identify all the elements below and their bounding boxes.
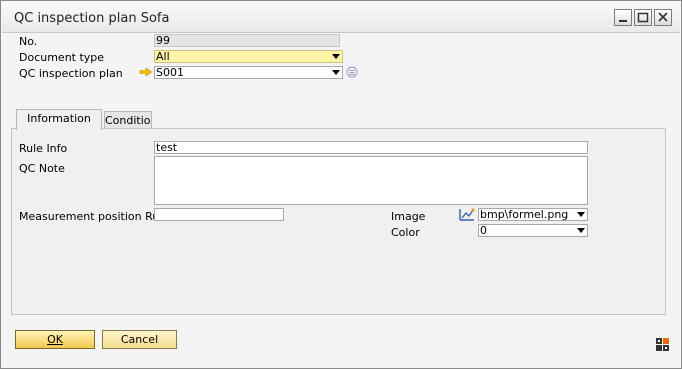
close-icon: [658, 12, 668, 22]
link-arrow-icon[interactable]: [139, 67, 153, 77]
image-value: bmp\formel.png: [480, 208, 569, 221]
qc-inspection-plan-select[interactable]: S001: [154, 66, 343, 79]
color-label: Color: [391, 226, 420, 239]
minimize-button[interactable]: [614, 9, 632, 26]
chevron-down-icon[interactable]: [332, 54, 340, 59]
image-select[interactable]: bmp\formel.png: [478, 208, 588, 221]
color-value: 0: [480, 224, 487, 237]
tab-information[interactable]: Information: [16, 109, 102, 130]
color-select[interactable]: 0: [478, 224, 588, 237]
cancel-button-label: Cancel: [120, 333, 159, 346]
minimize-icon: [619, 20, 627, 22]
maximize-icon: [637, 12, 649, 23]
close-button[interactable]: [654, 9, 672, 26]
qc-inspection-plan-value: S001: [156, 66, 184, 79]
image-label: Image: [391, 210, 426, 223]
chevron-down-icon[interactable]: [577, 228, 585, 233]
document-type-label: Document type: [19, 51, 105, 64]
maximize-button[interactable]: [634, 9, 652, 26]
no-label: No.: [19, 35, 38, 48]
qc-inspection-plan-window: QC inspection plan Sofa No. 99 Document …: [0, 0, 682, 369]
rule-info-field[interactable]: test: [154, 141, 588, 154]
document-type-select[interactable]: All: [154, 50, 343, 63]
ok-button-label: OK: [47, 333, 63, 346]
document-type-value: All: [156, 50, 170, 63]
no-field[interactable]: 99: [154, 34, 340, 47]
chevron-down-icon[interactable]: [577, 212, 585, 217]
rule-info-label: Rule Info: [19, 142, 68, 155]
sap-logo-icon: [656, 338, 669, 351]
list-icon[interactable]: [346, 66, 358, 78]
measurement-position-rule-label: Measurement position Rule: [19, 210, 170, 223]
title-bar[interactable]: QC inspection plan Sofa: [2, 2, 680, 33]
window-title: QC inspection plan Sofa: [14, 11, 170, 26]
qc-inspection-plan-label: QC inspection plan: [19, 67, 123, 80]
ok-button[interactable]: OK: [15, 330, 95, 349]
image-edit-icon[interactable]: [459, 207, 476, 222]
chevron-down-icon[interactable]: [332, 70, 340, 75]
qc-note-textarea[interactable]: [154, 156, 588, 205]
measurement-position-rule-field[interactable]: [154, 208, 284, 221]
qc-note-label: QC Note: [19, 162, 65, 175]
cancel-button[interactable]: Cancel: [102, 330, 177, 349]
